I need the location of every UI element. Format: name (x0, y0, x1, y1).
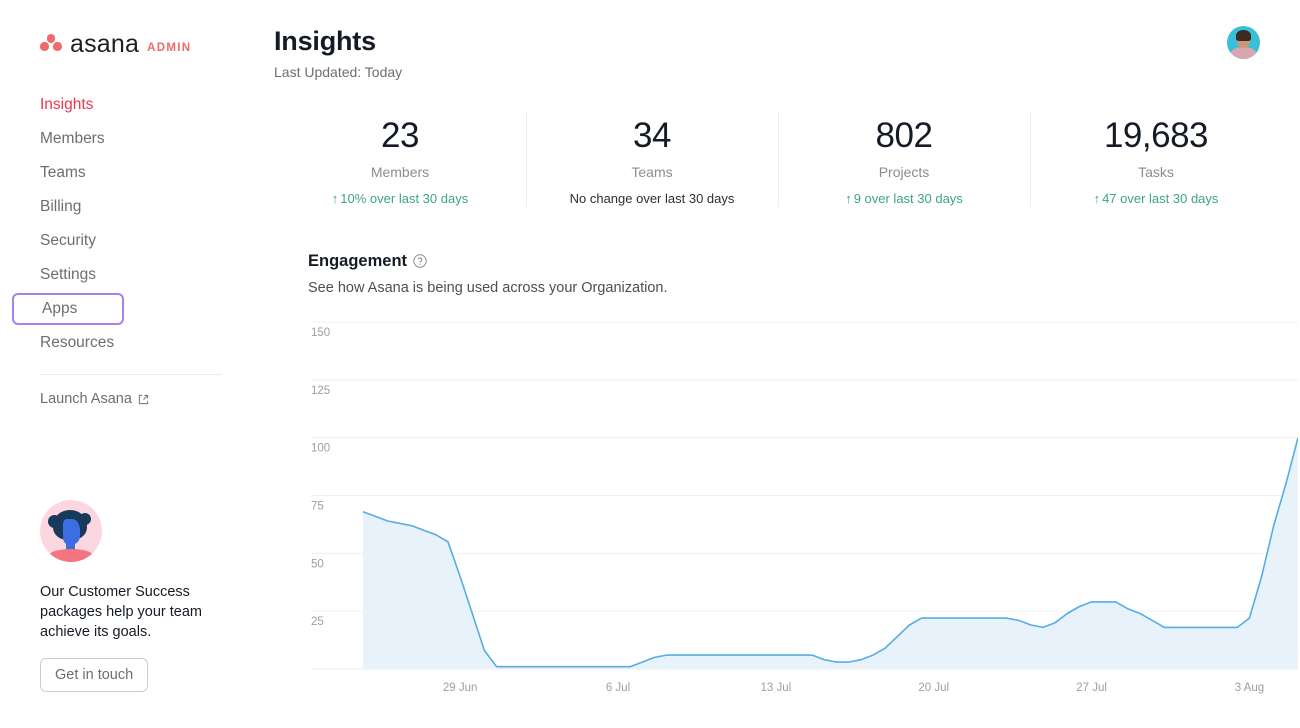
stat-label: Tasks (1138, 163, 1174, 180)
promo-text: Our Customer Success packages help your … (40, 584, 203, 640)
last-updated-label: Last Updated: Today (274, 64, 403, 80)
stat-card-projects: 802 Projects ↑ 9 over last 30 days (778, 109, 1030, 212)
help-circle-icon[interactable] (413, 254, 427, 268)
svg-text:50: 50 (311, 558, 324, 570)
sidebar-item-label: Resources (40, 334, 115, 351)
page-title: Insights (274, 26, 376, 56)
sidebar-item-insights[interactable]: Insights (0, 88, 272, 122)
user-avatar[interactable] (1227, 26, 1260, 59)
sidebar-item-label: Teams (40, 164, 86, 181)
asana-dots-icon (40, 34, 62, 52)
stat-value: 802 (875, 116, 933, 155)
sidebar-item-label: Billing (40, 198, 82, 215)
stat-value: 23 (381, 116, 419, 155)
sidebar-item-resources[interactable]: Resources (0, 326, 272, 360)
engagement-chart[interactable]: 25 50 75 100 125 150 29 Jun 6 Jul 13 Jul 20 Jul 27… (308, 316, 1298, 711)
stat-delta: No change over last 30 days (569, 190, 735, 206)
sidebar-item-label: Settings (40, 266, 97, 283)
svg-text:20 Jul: 20 Jul (918, 682, 949, 694)
svg-text:25: 25 (311, 616, 324, 628)
brand-logo[interactable]: asana ADMIN (0, 28, 272, 58)
arrow-up-icon: ↑ (1093, 190, 1101, 206)
stats-row: 23 Members ↑ 10% over last 30 days 34 Tea… (274, 109, 1282, 212)
engagement-subtitle: See how Asana is being used across your … (308, 279, 668, 296)
stat-card-teams: 34 Teams No change over last 30 days (526, 109, 778, 212)
sidebar-item-apps[interactable]: Apps (12, 293, 124, 325)
sidebar-nav: Insights Members Teams Billing Security … (0, 88, 272, 360)
stat-card-tasks: 19,683 Tasks ↑ 47 over last 30 days (1030, 109, 1282, 212)
engagement-header: Engagement (308, 252, 1300, 271)
customer-success-promo: Our Customer Success packages help your … (40, 500, 236, 692)
sidebar-item-settings[interactable]: Settings (0, 258, 272, 292)
customer-success-illustration (40, 500, 102, 562)
external-link-icon (138, 394, 149, 404)
arrow-up-icon: ↑ (845, 190, 852, 206)
sidebar-item-label: Apps (42, 300, 78, 317)
svg-text:6 Jul: 6 Jul (606, 682, 630, 694)
stat-delta-text: 47 over last 30 days (1102, 190, 1219, 206)
sidebar-item-teams[interactable]: Teams (0, 156, 272, 190)
sidebar-item-label: Members (40, 130, 105, 147)
launch-asana-link[interactable]: Launch Asana (0, 391, 272, 407)
brand-admin-label: ADMIN (147, 42, 192, 54)
stat-label: Projects (878, 163, 930, 180)
engagement-section: Engagement See how Asana is being used a… (308, 252, 1300, 711)
stat-delta: ↑ 10% over last 30 days (274, 191, 526, 206)
sidebar: asana ADMIN Insights Members Teams Billi… (0, 0, 272, 728)
svg-text:29 Jun: 29 Jun (443, 682, 478, 694)
svg-text:13 Jul: 13 Jul (761, 682, 792, 694)
engagement-title: Engagement (308, 251, 408, 270)
svg-text:100: 100 (311, 442, 330, 454)
arrow-up-icon: ↑ (331, 190, 339, 206)
page-header: Insights Last Updated: Today (272, 26, 1300, 80)
stat-value: 34 (633, 116, 671, 155)
svg-text:75: 75 (311, 500, 324, 512)
stat-label: Teams (631, 163, 673, 180)
stat-card-members: 23 Members ↑ 10% over last 30 days (274, 109, 526, 212)
svg-text:125: 125 (311, 384, 330, 396)
main-content: Insights Last Updated: Today 23 Members … (272, 0, 1300, 728)
get-in-touch-button[interactable]: Get in touch (40, 658, 149, 692)
stat-delta-text: 10% over last 30 days (340, 190, 469, 206)
sidebar-item-security[interactable]: Security (0, 224, 272, 258)
svg-text:3 Aug: 3 Aug (1235, 682, 1264, 694)
stat-value: 19,683 (1103, 116, 1209, 155)
sidebar-item-label: Security (40, 232, 96, 249)
launch-asana-label: Launch Asana (40, 391, 132, 407)
sidebar-item-members[interactable]: Members (0, 122, 272, 156)
stat-delta: ↑ 9 over last 30 days (778, 191, 1030, 206)
stat-delta: ↑ 47 over last 30 days (1030, 191, 1282, 206)
stat-label: Members (370, 163, 430, 180)
admin-insights-page: asana ADMIN Insights Members Teams Billi… (0, 0, 1300, 728)
engagement-area-chart: 25 50 75 100 125 150 29 Jun 6 Jul 13 Jul 20 Jul 27… (311, 321, 1298, 694)
sidebar-item-billing[interactable]: Billing (0, 190, 272, 224)
brand-wordmark: asana (70, 29, 140, 58)
stat-delta-text: 9 over last 30 days (853, 190, 963, 206)
svg-text:150: 150 (311, 327, 330, 339)
sidebar-divider (40, 374, 222, 375)
svg-text:27 Jul: 27 Jul (1076, 682, 1107, 694)
sidebar-item-label: Insights (40, 96, 94, 113)
